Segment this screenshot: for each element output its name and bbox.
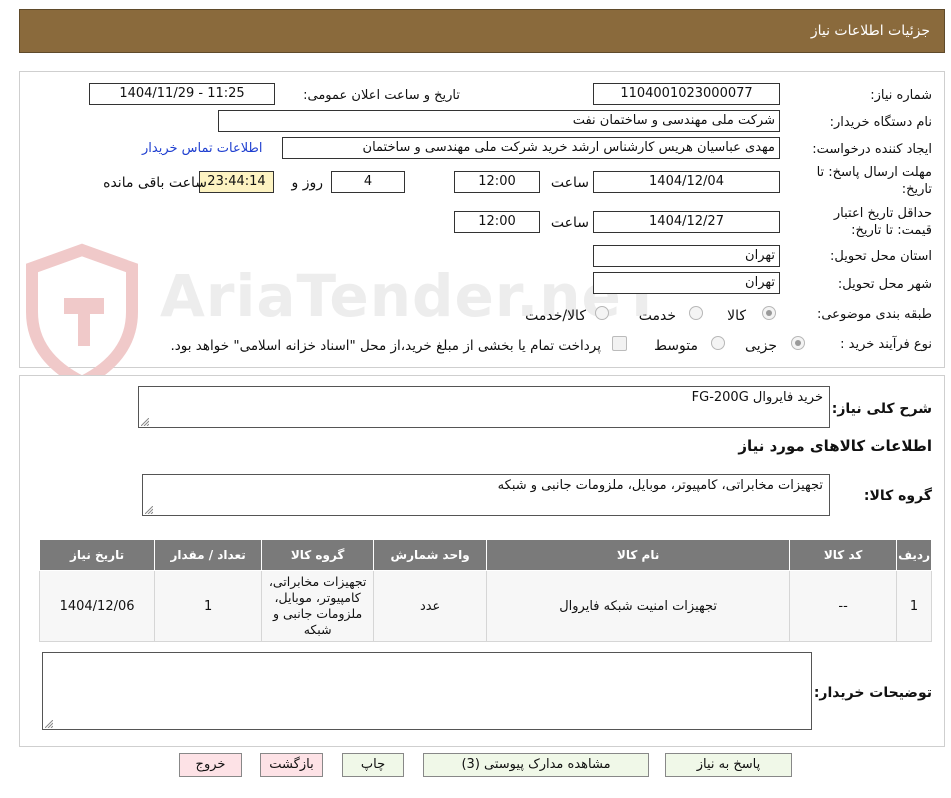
cell-date: 1404/12/06 [38, 570, 156, 642]
category-option-goods-service: کالا/خدمت [525, 308, 586, 324]
validity-date-field: 1404/12/27 [593, 211, 780, 233]
goods-table: ردیف کد کالا نام کالا واحد شمارش گروه کا… [38, 539, 932, 642]
view-attachments-button[interactable]: مشاهده مدارک پیوستی (3) [423, 753, 649, 777]
announce-field: 1404/11/29 - 11:25 [89, 83, 275, 105]
watermark-text: AriaTender.neT [160, 262, 663, 330]
category-label: طبقه بندی موضوعی: [816, 307, 932, 322]
days-label: روز و [291, 175, 324, 191]
announce-label: تاریخ و ساعت اعلان عمومی: [303, 88, 460, 103]
goods-group-text: تجهیزات مخابراتی، کامپیوتر، موبایل، ملزو… [497, 478, 823, 493]
city-label: شهر محل تحویل: [837, 277, 932, 292]
process-radio-medium[interactable] [711, 336, 725, 350]
category-radio-goods[interactable] [762, 306, 776, 320]
deadline-label-2: تاریخ: [901, 182, 932, 197]
cell-unit: عدد [373, 570, 488, 642]
process-label: نوع فرآیند خرید : [840, 337, 932, 352]
process-radio-minor[interactable] [791, 336, 805, 350]
cell-name: تجهیزات امنیت شبکه فایروال [486, 570, 791, 642]
deadline-label: مهلت ارسال پاسخ: تا [816, 165, 932, 180]
col-unit: واحد شمارش [373, 539, 488, 571]
need-info-panel: AriaTender.neT شماره نیاز: 1104001023000… [19, 71, 945, 389]
page-title: جزئیات اطلاعات نیاز [810, 23, 930, 39]
col-name: نام کالا [486, 539, 791, 571]
remaining-time-field: 23:44:14 [199, 171, 274, 193]
col-qty: تعداد / مقدار [154, 539, 263, 571]
cell-row: 1 [896, 570, 932, 642]
goods-panel: شرح کلی نیاز: خرید فایروال FG-200G اطلاع… [19, 375, 945, 747]
general-desc-field[interactable]: خرید فایروال FG-200G [138, 386, 830, 428]
process-option-minor: جزیی [745, 338, 777, 354]
buyer-contact-link[interactable]: اطلاعات تماس خریدار [142, 141, 262, 156]
validity-time-label: ساعت [550, 215, 589, 231]
cell-qty: 1 [154, 570, 263, 642]
creator-label: ایجاد کننده درخواست: [812, 142, 932, 157]
page-header: جزئیات اطلاعات نیاز [19, 9, 945, 53]
category-option-service: خدمت [638, 308, 676, 324]
cell-group: تجهیزات مخابراتی، کامپیوتر، موبایل، ملزو… [261, 570, 375, 642]
resize-grip-icon[interactable] [141, 418, 149, 426]
city-field: تهران [593, 272, 780, 294]
exit-button[interactable]: خروج [179, 753, 242, 777]
province-label: استان محل تحویل: [830, 249, 932, 264]
deadline-days-field: 4 [331, 171, 405, 193]
reply-button[interactable]: پاسخ به نیاز [665, 753, 792, 777]
print-button[interactable]: چاپ [342, 753, 404, 777]
buyer-notes-label: توضیحات خریدار: [813, 685, 932, 701]
resize-grip-icon[interactable] [145, 506, 153, 514]
need-number-field: 1104001023000077 [593, 83, 780, 105]
validity-label: حداقل تاریخ اعتبار [833, 206, 932, 221]
col-row: ردیف [896, 539, 932, 571]
buyer-org-label: نام دستگاه خریدار: [829, 115, 932, 130]
buyer-notes-field[interactable] [42, 652, 812, 730]
goods-group-field[interactable]: تجهیزات مخابراتی، کامپیوتر، موبایل، ملزو… [142, 474, 830, 516]
general-desc-text: خرید فایروال FG-200G [691, 390, 823, 405]
goods-group-label: گروه کالا: [863, 488, 932, 504]
general-desc-label: شرح کلی نیاز: [831, 401, 932, 417]
validity-time-field: 12:00 [454, 211, 540, 233]
deadline-time-field: 12:00 [454, 171, 540, 193]
buyer-org-field: شرکت ملی مهندسی و ساختمان نفت [218, 110, 780, 132]
remaining-label: ساعت باقی مانده [103, 175, 207, 191]
treasury-note: پرداخت تمام یا بخشی از مبلغ خرید،از محل … [170, 338, 601, 354]
resize-grip-icon[interactable] [45, 720, 53, 728]
treasury-checkbox[interactable] [612, 336, 627, 351]
col-date: تاریخ نیاز [38, 539, 156, 571]
aria-tender-logo-icon [26, 243, 138, 389]
col-code: کد کالا [789, 539, 898, 571]
goods-info-heading: اطلاعات کالاهای مورد نیاز [738, 437, 932, 455]
col-group: گروه کالا [261, 539, 375, 571]
need-number-label: شماره نیاز: [870, 88, 932, 103]
goods-table-header: ردیف کد کالا نام کالا واحد شمارش گروه کا… [38, 539, 932, 571]
province-field: تهران [593, 245, 780, 267]
category-radio-service[interactable] [689, 306, 703, 320]
category-option-goods: کالا [727, 308, 746, 324]
back-button[interactable]: بازگشت [260, 753, 323, 777]
creator-field: مهدی عباسیان هریس کارشناس ارشد خرید شرکت… [282, 137, 780, 159]
deadline-time-label: ساعت [550, 175, 589, 191]
category-radio-goods-service[interactable] [595, 306, 609, 320]
deadline-date-field: 1404/12/04 [593, 171, 780, 193]
process-option-medium: متوسط [654, 338, 698, 354]
validity-label-2: قیمت: تا تاریخ: [851, 223, 932, 238]
cell-code: -- [789, 570, 898, 642]
table-row: 1 -- تجهیزات امنیت شبکه فایروال عدد تجهی… [38, 570, 932, 642]
